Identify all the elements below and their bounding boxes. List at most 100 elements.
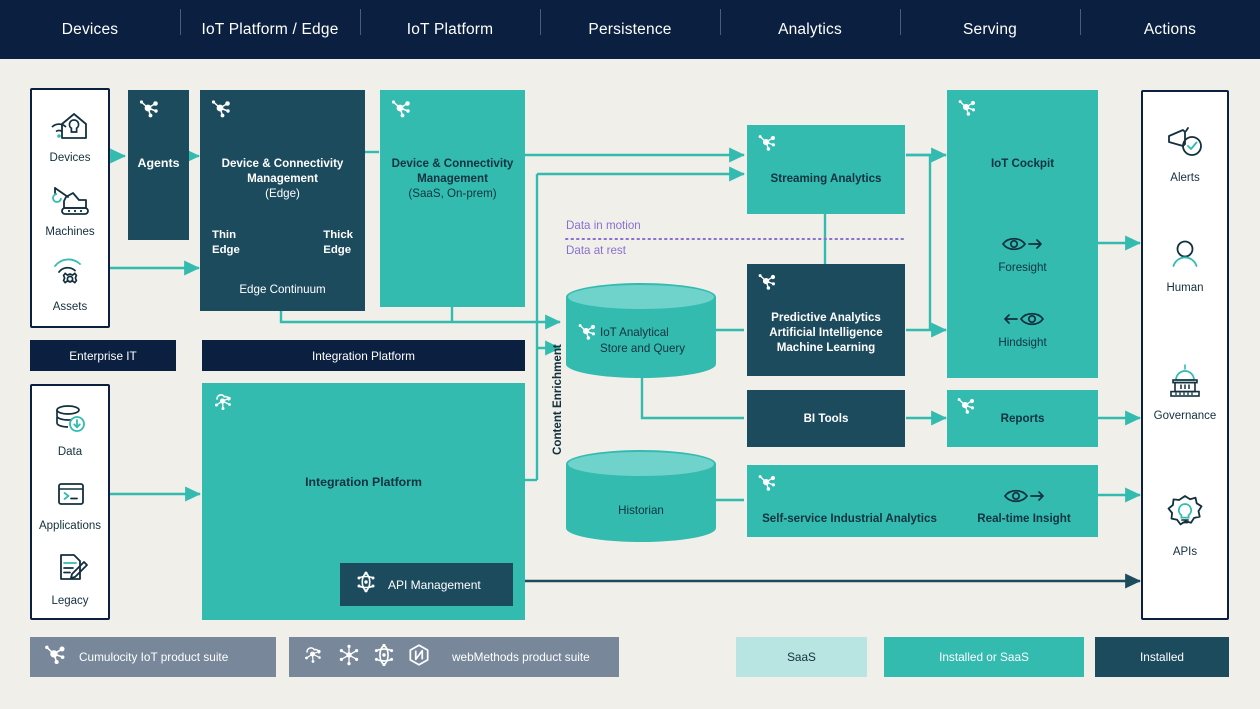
foresight-label: Foresight: [998, 261, 1047, 274]
cumulocity-icon: [756, 132, 782, 158]
rail-label-assets: Assets: [52, 301, 88, 313]
agents-label: Agents: [137, 156, 180, 170]
legend-cumulocity-label: Cumulocity IoT product suite: [79, 650, 229, 664]
hindsight-group[interactable]: Hindsight: [947, 308, 1098, 349]
header-tab-iot-platform-edge[interactable]: IoT Platform / Edge: [180, 8, 360, 39]
streaming-analytics-box[interactable]: Streaming Analytics: [747, 125, 905, 214]
actions-label-apis: APIs: [1172, 546, 1198, 558]
cumulocity-icon: [137, 97, 163, 123]
cumulocity-icon: [756, 472, 782, 498]
enterprise-it-rail: Data Applications Legacy: [30, 384, 110, 620]
rail-item-applications[interactable]: Applications: [32, 478, 108, 532]
rail-label-machines: Machines: [45, 226, 95, 238]
rail-item-apis[interactable]: APIs: [1143, 492, 1227, 558]
rail-label-data: Data: [57, 446, 83, 458]
webmethods-cloud-icon: [211, 390, 237, 416]
reports-label: Reports: [1000, 412, 1045, 425]
webmethods-hex-icon: [406, 642, 432, 673]
agents-box[interactable]: Agents: [128, 90, 189, 240]
reports-box[interactable]: Reports: [947, 390, 1098, 447]
realtime-insight-label: Real-time Insight: [977, 512, 1071, 525]
actions-label-alerts: Alerts: [1170, 172, 1200, 184]
rail-item-alerts[interactable]: Alerts: [1143, 122, 1227, 184]
rail-label-legacy: Legacy: [51, 595, 89, 607]
cumulocity-icon: [756, 271, 782, 297]
foresight-group[interactable]: Foresight: [947, 233, 1098, 274]
iot-cockpit-label: IoT Cockpit: [990, 157, 1055, 170]
legend-webmethods: webMethods product suite: [289, 637, 619, 677]
edge-line3: (Edge): [265, 187, 300, 200]
header-tab-devices[interactable]: Devices: [0, 21, 180, 39]
crane-machine-icon: [32, 180, 108, 223]
historian-cylinder[interactable]: Historian: [566, 450, 716, 542]
webmethods-cloud-icon: [301, 642, 327, 673]
thick-edge-line2: Edge: [323, 244, 352, 256]
legend-swatch-installed-or-saas: Installed or SaaS: [884, 637, 1084, 677]
header-tab-analytics[interactable]: Analytics: [720, 8, 900, 39]
thin-edge-line1: Thin: [212, 229, 237, 241]
rail-item-data[interactable]: Data: [32, 400, 108, 458]
predictive-line1: Predictive Analytics: [771, 311, 881, 324]
rail-item-devices[interactable]: Devices: [32, 106, 108, 164]
rail-item-assets[interactable]: Assets: [32, 253, 108, 313]
legend-swatch-installed-or-saas-label: Installed or SaaS: [939, 650, 1029, 664]
cumulocity-icon: [209, 97, 235, 123]
iot-analytical-store-cylinder[interactable]: IoT Analytical Store and Query: [566, 283, 716, 378]
gear-bulb-icon: [1143, 492, 1227, 543]
bi-tools-box[interactable]: BI Tools: [747, 390, 905, 447]
cumulocity-icon: [389, 97, 415, 123]
saas-dcm-line2: Management: [417, 172, 488, 185]
terminal-window-icon: [32, 478, 108, 517]
bi-tools-label: BI Tools: [803, 412, 849, 425]
capitol-building-icon: [1143, 360, 1227, 407]
webmethods-api-icon: [354, 570, 378, 599]
integration-platform-header: Integration Platform: [202, 340, 525, 371]
predictive-analytics-box[interactable]: Predictive Analytics Artificial Intellig…: [747, 264, 905, 376]
rail-item-machines[interactable]: Machines: [32, 180, 108, 238]
document-pencil-icon: [32, 549, 108, 592]
content-enrichment-label: Content Enrichment: [551, 344, 564, 455]
device-connectivity-edge-box[interactable]: Device & Connectivity Management (Edge) …: [200, 90, 365, 311]
self-service-analytics-box[interactable]: Self-service Industrial Analytics Real-t…: [747, 465, 1098, 537]
header-tab-serving[interactable]: Serving: [900, 8, 1080, 39]
cumulocity-icon: [956, 97, 982, 123]
legend-cumulocity: Cumulocity IoT product suite: [30, 637, 276, 677]
asset-gear-signal-icon: [32, 253, 108, 298]
webmethods-hub-icon: [336, 642, 362, 673]
header-bar: Devices IoT Platform / Edge IoT Platform…: [0, 0, 1260, 59]
integration-platform-header-label: Integration Platform: [312, 348, 415, 363]
integration-platform-label: Integration Platform: [305, 475, 422, 489]
header-tab-iot-platform[interactable]: IoT Platform: [360, 8, 540, 39]
predictive-line2: Artificial Intelligence: [769, 326, 883, 339]
devices-rail: Devices Machines Assets: [30, 88, 110, 328]
rail-item-governance[interactable]: Governance: [1143, 360, 1227, 422]
cylinder-top: [566, 450, 716, 478]
device-house-icon: [32, 106, 108, 149]
predictive-line3: Machine Learning: [776, 341, 876, 354]
store-line2: Store and Query: [600, 342, 686, 355]
thin-edge-line2: Edge: [212, 244, 240, 256]
data-at-rest-label: Data at rest: [566, 244, 626, 257]
legend-swatch-installed: Installed: [1095, 637, 1229, 677]
rail-item-legacy[interactable]: Legacy: [32, 549, 108, 607]
device-connectivity-saas-box[interactable]: Device & Connectivity Management (SaaS, …: [380, 90, 525, 307]
architecture-diagram: Devices IoT Platform / Edge IoT Platform…: [0, 0, 1260, 709]
header-tab-persistence[interactable]: Persistence: [540, 8, 720, 39]
api-management-box[interactable]: API Management: [340, 563, 513, 606]
legend-swatch-saas: SaaS: [736, 637, 867, 677]
integration-platform-box[interactable]: Integration Platform API Management: [202, 383, 525, 620]
rail-label-devices: Devices: [49, 152, 91, 164]
header-tab-actions[interactable]: Actions: [1080, 8, 1260, 39]
database-download-icon: [32, 400, 108, 443]
iot-cockpit-box[interactable]: IoT Cockpit Foresight Hindsight: [947, 90, 1098, 378]
streaming-analytics-label: Streaming Analytics: [770, 172, 882, 185]
actions-label-human: Human: [1166, 282, 1204, 294]
cumulocity-icon: [42, 642, 68, 673]
legend-webmethods-label: webMethods product suite: [452, 650, 590, 664]
data-in-motion-label: Data in motion: [566, 219, 641, 232]
cylinder-top: [566, 283, 716, 311]
eye-forward-icon: [1002, 485, 1048, 512]
thick-edge-line1: Thick: [323, 229, 353, 241]
rail-item-human[interactable]: Human: [1143, 238, 1227, 294]
eye-forward-icon: [1000, 237, 1046, 259]
